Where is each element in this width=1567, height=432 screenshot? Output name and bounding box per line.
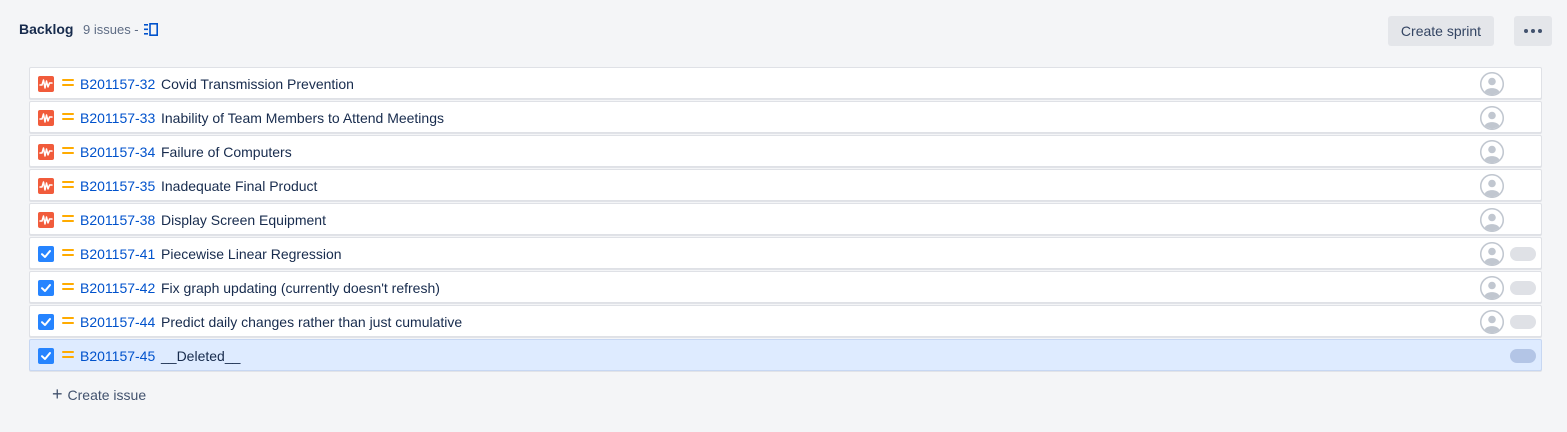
issue-summary: Display Screen Equipment bbox=[161, 212, 326, 228]
risk-icon bbox=[38, 110, 54, 126]
unassigned-avatar-icon[interactable] bbox=[1480, 208, 1504, 232]
unassigned-avatar-icon[interactable] bbox=[1480, 72, 1504, 96]
medium-priority-icon bbox=[62, 215, 74, 224]
issue-key-link[interactable]: B201157-44 bbox=[80, 314, 155, 330]
estimate-badge[interactable] bbox=[1510, 247, 1536, 261]
unassigned-avatar-icon[interactable] bbox=[1480, 310, 1504, 334]
medium-priority-icon bbox=[62, 147, 74, 156]
issue-row[interactable]: B201157-41 Piecewise Linear Regression bbox=[29, 237, 1542, 269]
unassigned-avatar-icon[interactable] bbox=[1480, 242, 1504, 266]
unassigned-avatar-icon[interactable] bbox=[1480, 174, 1504, 198]
more-icon bbox=[1524, 29, 1542, 33]
issue-summary: Covid Transmission Prevention bbox=[161, 76, 354, 92]
issue-key-link[interactable]: B201157-34 bbox=[80, 144, 155, 160]
issue-summary: Piecewise Linear Regression bbox=[161, 246, 342, 262]
medium-priority-icon bbox=[62, 113, 74, 122]
issue-row[interactable]: B201157-32 Covid Transmission Prevention bbox=[29, 67, 1542, 99]
issue-key-link[interactable]: B201157-42 bbox=[80, 280, 155, 296]
unassigned-avatar-icon[interactable] bbox=[1480, 106, 1504, 130]
unassigned-avatar-icon[interactable] bbox=[1480, 276, 1504, 300]
medium-priority-icon bbox=[62, 283, 74, 292]
plus-icon: + bbox=[52, 384, 63, 404]
create-issue-button[interactable]: + Create issue bbox=[52, 385, 146, 405]
task-icon bbox=[38, 314, 54, 330]
unassigned-avatar-icon[interactable] bbox=[1480, 140, 1504, 164]
medium-priority-icon bbox=[62, 317, 74, 326]
medium-priority-icon bbox=[62, 79, 74, 88]
issue-row[interactable]: B201157-45 __Deleted__ bbox=[29, 339, 1542, 371]
backlog-header: Backlog 9 issues - Create sprint bbox=[0, 0, 1567, 60]
view-toggle-icon[interactable] bbox=[144, 23, 158, 36]
create-issue-label: Create issue bbox=[67, 387, 147, 403]
estimate-badge[interactable] bbox=[1510, 281, 1536, 295]
issue-key-link[interactable]: B201157-33 bbox=[80, 110, 155, 126]
issue-key-link[interactable]: B201157-32 bbox=[80, 76, 155, 92]
create-sprint-button[interactable]: Create sprint bbox=[1388, 16, 1494, 46]
issue-key-link[interactable]: B201157-45 bbox=[80, 348, 155, 364]
task-icon bbox=[38, 280, 54, 296]
issue-row[interactable]: B201157-34 Failure of Computers bbox=[29, 135, 1542, 167]
risk-icon bbox=[38, 212, 54, 228]
medium-priority-icon bbox=[62, 249, 74, 258]
issue-summary: __Deleted__ bbox=[161, 348, 241, 364]
issue-row[interactable]: B201157-35 Inadequate Final Product bbox=[29, 169, 1542, 201]
backlog-title: Backlog bbox=[19, 21, 74, 37]
issue-key-link[interactable]: B201157-38 bbox=[80, 212, 155, 228]
issue-row[interactable]: B201157-44 Predict daily changes rather t… bbox=[29, 305, 1542, 337]
estimate-badge[interactable] bbox=[1510, 315, 1536, 329]
issue-row[interactable]: B201157-38 Display Screen Equipment bbox=[29, 203, 1542, 235]
issue-summary: Inability of Team Members to Attend Meet… bbox=[161, 110, 444, 126]
issue-row[interactable]: B201157-42 Fix graph updating (currently … bbox=[29, 271, 1542, 303]
issue-summary: Inadequate Final Product bbox=[161, 178, 318, 194]
issue-summary: Fix graph updating (currently doesn't re… bbox=[161, 280, 440, 296]
medium-priority-icon bbox=[62, 181, 74, 190]
issue-list: B201157-32 Covid Transmission Prevention B… bbox=[29, 67, 1542, 373]
risk-icon bbox=[38, 178, 54, 194]
issue-summary: Predict daily changes rather than just c… bbox=[161, 314, 463, 330]
medium-priority-icon bbox=[62, 351, 74, 360]
task-icon bbox=[38, 348, 54, 364]
more-actions-button[interactable] bbox=[1514, 16, 1552, 46]
issue-count: 9 issues - bbox=[83, 22, 139, 37]
estimate-badge[interactable] bbox=[1510, 349, 1536, 363]
task-icon bbox=[38, 246, 54, 262]
issue-row[interactable]: B201157-33 Inability of Team Members to A… bbox=[29, 101, 1542, 133]
issue-key-link[interactable]: B201157-35 bbox=[80, 178, 155, 194]
issue-summary: Failure of Computers bbox=[161, 144, 292, 160]
risk-icon bbox=[38, 76, 54, 92]
risk-icon bbox=[38, 144, 54, 160]
issue-key-link[interactable]: B201157-41 bbox=[80, 246, 155, 262]
